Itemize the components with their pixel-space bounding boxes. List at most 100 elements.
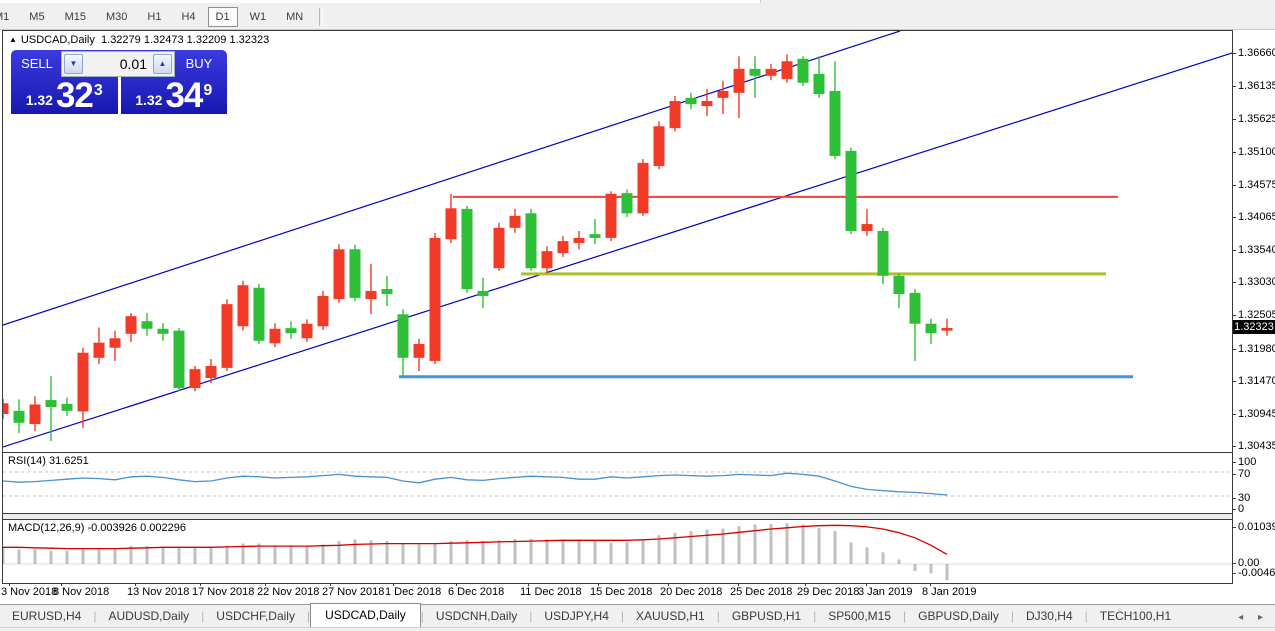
bid-price[interactable]: 1.32 32 3 bbox=[11, 77, 121, 114]
rsi-axis-tick bbox=[1232, 474, 1236, 475]
candle bbox=[622, 189, 633, 217]
rsi-axis-label: 70 bbox=[1238, 468, 1250, 480]
date-axis-label: 13 Nov 2018 bbox=[127, 586, 189, 598]
chart-tab-tech100-h1[interactable]: TECH100,H1 bbox=[1088, 606, 1183, 627]
candle bbox=[142, 313, 153, 336]
candle bbox=[302, 319, 313, 342]
candle bbox=[318, 291, 329, 330]
candle bbox=[462, 206, 473, 293]
date-axis-label: 3 Nov 2018 bbox=[1, 586, 57, 598]
mt4-window: M1M5M15M30H1H4D1W1MN ▲USDCAD,Daily 1.322… bbox=[0, 0, 1275, 631]
one-click-trade-panel: SELL ▼ 0.01 ▲ BUY 1.32 32 3 1.32 bbox=[11, 50, 227, 114]
rsi-axis-label: 100 bbox=[1238, 456, 1256, 468]
volume-spinner: ▼ 0.01 ▲ bbox=[61, 51, 175, 77]
chart-tab-sp500-m15[interactable]: SP500,M15 bbox=[816, 606, 903, 627]
timeframe-button-d1[interactable]: D1 bbox=[208, 7, 238, 27]
timeframe-button-m5[interactable]: M5 bbox=[21, 7, 52, 27]
bid-price-main: 32 bbox=[56, 79, 93, 112]
price-axis-tick bbox=[1232, 282, 1236, 283]
timeframe-button-m30[interactable]: M30 bbox=[98, 7, 135, 27]
macd-axis-tick bbox=[1232, 573, 1236, 574]
main-price-pane[interactable]: ▲ USDCAD,Daily 1.32279 1.32473 1.32209 1.… bbox=[3, 31, 1232, 453]
candle bbox=[846, 148, 857, 234]
ohlc-values: 1.32279 1.32473 1.32209 1.32323 bbox=[101, 34, 269, 46]
volume-increase-button[interactable]: ▲ bbox=[153, 54, 172, 74]
macd-axis-tick bbox=[1232, 527, 1236, 528]
bid-price-prefix: 1.32 bbox=[26, 92, 53, 108]
candle bbox=[3, 399, 9, 419]
trade-panel-top-row: SELL ▼ 0.01 ▲ BUY bbox=[11, 50, 227, 77]
rsi-indicator-pane[interactable]: RSI(14) 31.6251 bbox=[3, 453, 1232, 514]
price-axis-label: 1.34065 bbox=[1238, 211, 1275, 223]
candle bbox=[78, 348, 89, 428]
timeframe-button-h4[interactable]: H4 bbox=[173, 7, 203, 27]
candle bbox=[814, 56, 825, 98]
rsi-line bbox=[3, 473, 947, 495]
timeframe-button-m15[interactable]: M15 bbox=[57, 7, 94, 27]
buy-button[interactable]: BUY bbox=[171, 50, 227, 77]
current-price-badge: 1.32323 bbox=[1233, 320, 1275, 334]
price-axis-label: 1.30945 bbox=[1238, 408, 1275, 420]
chart-tab-usdjpy-h4[interactable]: USDJPY,H4 bbox=[532, 606, 620, 627]
candle bbox=[158, 323, 169, 341]
chart-tab-gbpusd-h1[interactable]: GBPUSD,H1 bbox=[720, 606, 813, 627]
chart-tab-eurusd-h4[interactable]: EURUSD,H4 bbox=[0, 606, 93, 627]
chart-tab-usdchf-daily[interactable]: USDCHF,Daily bbox=[204, 606, 307, 627]
price-axis-tick bbox=[1232, 152, 1236, 153]
rsi-axis-tick bbox=[1232, 462, 1236, 463]
rsi-canvas[interactable] bbox=[3, 453, 1232, 513]
candle bbox=[94, 328, 105, 365]
chart-symbol-title: ▲ USDCAD,Daily 1.32279 1.32473 1.32209 1.… bbox=[9, 34, 269, 46]
collapse-arrow-icon[interactable]: ▲ bbox=[9, 35, 17, 44]
candle bbox=[718, 81, 729, 114]
date-axis-label: 22 Nov 2018 bbox=[257, 586, 319, 598]
price-axis-label: 1.31980 bbox=[1238, 343, 1275, 355]
macd-canvas[interactable] bbox=[3, 520, 1232, 583]
price-axis-tick bbox=[1232, 250, 1236, 251]
chart-tab-gbpusd-daily[interactable]: GBPUSD,Daily bbox=[906, 606, 1011, 627]
candle bbox=[942, 319, 953, 336]
volume-decrease-button[interactable]: ▼ bbox=[64, 54, 83, 74]
candle bbox=[190, 366, 201, 391]
price-axis-tick bbox=[1232, 53, 1236, 54]
date-axis-label: 1 Dec 2018 bbox=[385, 586, 441, 598]
chart-tab-xauusd-h1[interactable]: XAUUSD,H1 bbox=[624, 606, 717, 627]
chart-tab-usdcnh-daily[interactable]: USDCNH,Daily bbox=[424, 606, 529, 627]
candle bbox=[894, 273, 905, 308]
price-axis-label: 1.36660 bbox=[1238, 47, 1275, 59]
date-axis-label: 3 Jan 2019 bbox=[858, 586, 912, 598]
timeframe-button-mn[interactable]: MN bbox=[278, 7, 311, 27]
candle bbox=[526, 209, 537, 271]
volume-input[interactable]: 0.01 bbox=[85, 56, 151, 72]
chart-tab-audusd-daily[interactable]: AUDUSD,Daily bbox=[96, 606, 201, 627]
candle bbox=[46, 376, 57, 441]
candle bbox=[110, 331, 121, 361]
macd-label: MACD(12,26,9) -0.003926 0.002296 bbox=[8, 522, 186, 534]
macd-indicator-pane[interactable]: MACD(12,26,9) -0.003926 0.002296 bbox=[3, 519, 1232, 584]
timeframe-toolbar: M1M5M15M30H1H4D1W1MN bbox=[0, 4, 1275, 30]
price-axis-label: 1.36135 bbox=[1238, 80, 1275, 92]
tab-scroll-arrows-icon[interactable]: ◂ ▸ bbox=[1238, 612, 1269, 623]
price-axis-label: 1.30435 bbox=[1238, 440, 1275, 452]
macd-axis-label: -0.004608 bbox=[1238, 567, 1275, 579]
sell-button[interactable]: SELL bbox=[11, 50, 63, 77]
candle bbox=[638, 159, 649, 216]
candle bbox=[782, 54, 793, 82]
timeframe-button-m1[interactable]: M1 bbox=[0, 7, 17, 27]
candle bbox=[654, 121, 665, 169]
candle bbox=[830, 61, 841, 159]
date-axis-label: 20 Dec 2018 bbox=[660, 586, 722, 598]
candle bbox=[174, 328, 185, 391]
top-toolbar-remnant bbox=[0, 0, 761, 3]
chart-tab-dj30-h4[interactable]: DJ30,H4 bbox=[1014, 606, 1085, 627]
candle bbox=[222, 299, 233, 371]
ask-price[interactable]: 1.32 34 9 bbox=[121, 77, 228, 114]
date-axis-label: 8 Nov 2018 bbox=[53, 586, 109, 598]
rsi-axis-label: 0 bbox=[1238, 503, 1244, 515]
chart-tab-usdcad-daily[interactable]: USDCAD,Daily bbox=[310, 603, 421, 627]
status-bar-strip bbox=[0, 627, 1275, 631]
candle bbox=[670, 96, 681, 131]
timeframe-button-w1[interactable]: W1 bbox=[242, 7, 275, 27]
timeframe-button-h1[interactable]: H1 bbox=[139, 7, 169, 27]
symbol-name: USDCAD,Daily bbox=[21, 34, 95, 46]
